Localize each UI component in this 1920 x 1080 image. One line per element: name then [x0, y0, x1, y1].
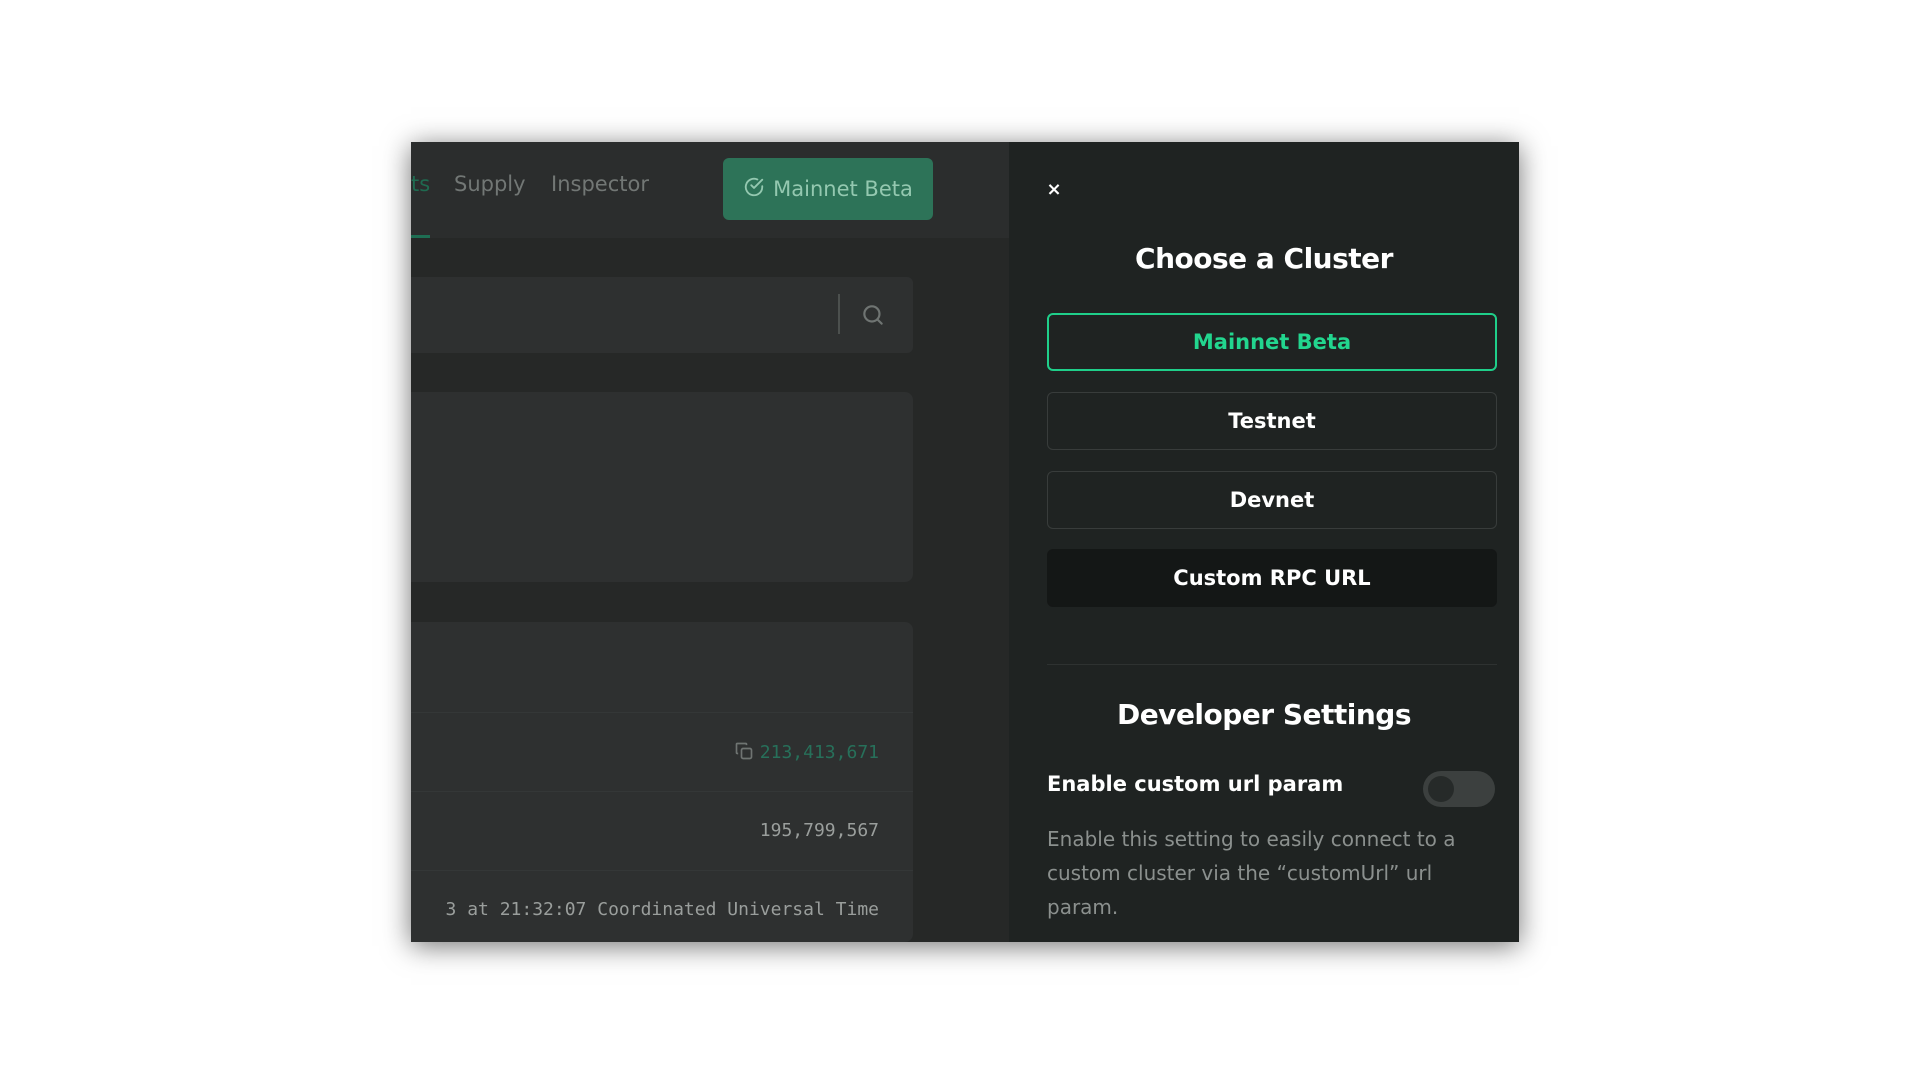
custom-url-toggle[interactable] [1423, 771, 1495, 807]
cluster-option-custom-rpc[interactable]: Custom RPC URL [1047, 549, 1497, 607]
nav-item-supply[interactable]: Supply [454, 172, 526, 196]
timestamp-value: 3 at 21:32:07 Coordinated Universal Time [445, 899, 879, 920]
block-height-value: 195,799,567 [759, 820, 879, 841]
section-divider [1047, 664, 1497, 665]
custom-url-setting-description: Enable this setting to easily connect to… [1047, 827, 1456, 919]
developer-settings-title: Developer Settings [1116, 698, 1412, 731]
check-circle-icon [743, 176, 765, 203]
app-window: ts Supply Inspector Mainnet Beta 213,413… [411, 142, 1519, 942]
search-bar[interactable] [411, 277, 913, 353]
active-tab-underline [411, 235, 430, 238]
nav-item-accounts[interactable]: ts [411, 172, 430, 196]
stats-card [411, 392, 913, 582]
slot-value-cell: 213,413,671 [734, 741, 879, 763]
custom-url-setting-label: Enable custom url param [1047, 772, 1344, 796]
details-card: 213,413,671 195,799,567 3 at 21:32:07 Co… [411, 622, 913, 942]
table-row: 213,413,671 [411, 712, 913, 791]
cluster-option-devnet[interactable]: Devnet [1047, 471, 1497, 529]
table-row: 3 at 21:32:07 Coordinated Universal Time [411, 870, 913, 942]
cluster-option-mainnet-beta[interactable]: Mainnet Beta [1047, 313, 1497, 371]
copy-icon[interactable] [734, 741, 754, 761]
nav-item-inspector[interactable]: Inspector [551, 172, 649, 196]
cluster-status-label: Mainnet Beta [773, 177, 913, 201]
slot-value[interactable]: 213,413,671 [760, 742, 879, 763]
cluster-option-testnet[interactable]: Testnet [1047, 392, 1497, 450]
explorer-background: ts Supply Inspector Mainnet Beta 213,413… [411, 142, 1009, 942]
cluster-status-button[interactable]: Mainnet Beta [723, 158, 933, 220]
top-navbar: ts Supply Inspector Mainnet Beta [411, 142, 1009, 238]
search-divider [838, 294, 840, 334]
table-row: 195,799,567 [411, 791, 913, 870]
modal-title: Choose a Cluster [1135, 242, 1393, 275]
toggle-knob [1428, 776, 1454, 802]
search-icon[interactable] [860, 302, 886, 328]
cluster-modal: × Choose a Cluster Mainnet Beta Testnet … [1009, 142, 1519, 942]
close-button[interactable]: × [1044, 180, 1064, 200]
